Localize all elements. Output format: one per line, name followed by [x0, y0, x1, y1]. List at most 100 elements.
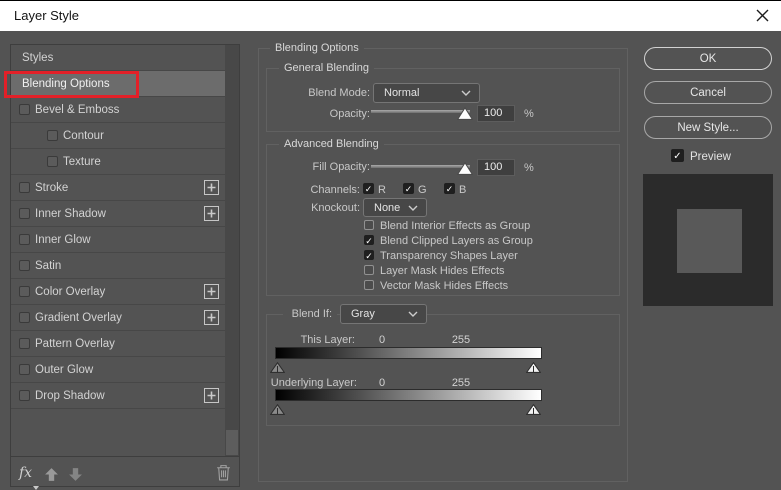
blend-clipped-checkbox[interactable]	[364, 235, 374, 245]
styles-list: Styles Blending Options Bevel & Emboss C…	[11, 45, 225, 409]
sidebar-item-pattern-overlay[interactable]: Pattern Overlay	[11, 331, 225, 357]
fill-opacity-value-field[interactable]: 100	[477, 159, 515, 176]
checkbox-icon[interactable]	[19, 182, 30, 193]
this-layer-max-value: 255	[448, 334, 474, 347]
blend-mode-label: Blend Mode:	[280, 87, 370, 100]
divider	[11, 456, 239, 457]
chevron-down-icon	[408, 308, 418, 320]
scrollbar-thumb[interactable]	[226, 430, 238, 455]
preview-checkbox[interactable]	[671, 149, 684, 162]
channel-g-checkbox[interactable]	[403, 183, 414, 194]
sidebar-item-label: Inner Glow	[35, 234, 91, 246]
sidebar-item-label: Texture	[63, 156, 101, 168]
move-up-icon[interactable]	[44, 467, 59, 487]
this-layer-highlight-slider[interactable]	[526, 360, 541, 378]
sidebar-item-gradient-overlay[interactable]: Gradient Overlay	[11, 305, 225, 331]
sidebar-item-color-overlay[interactable]: Color Overlay	[11, 279, 225, 305]
opacity-slider-track[interactable]	[371, 110, 470, 113]
channel-b-label: B	[459, 184, 466, 197]
checkbox-icon[interactable]	[19, 338, 30, 349]
fx-menu-button[interactable]: fx	[19, 465, 32, 481]
transparency-shapes-label: Transparency Shapes Layer	[380, 250, 518, 263]
checkbox-icon[interactable]	[19, 286, 30, 297]
vector-mask-hides-label: Vector Mask Hides Effects	[380, 280, 508, 293]
checkbox-icon[interactable]	[19, 234, 30, 245]
sidebar-item-inner-glow[interactable]: Inner Glow	[11, 227, 225, 253]
sidebar-item-label: Pattern Overlay	[35, 338, 115, 350]
advanced-blending-legend: Advanced Blending	[279, 138, 384, 150]
sidebar-item-label: Blending Options	[22, 78, 110, 90]
transparency-shapes-checkbox[interactable]	[364, 250, 374, 260]
opacity-unit: %	[524, 108, 534, 121]
window-title: Layer Style	[14, 8, 79, 23]
checkbox-icon[interactable]	[19, 208, 30, 219]
checkbox-icon[interactable]	[19, 260, 30, 271]
sidebar-item-drop-shadow[interactable]: Drop Shadow	[11, 383, 225, 409]
cancel-button[interactable]: Cancel	[644, 81, 772, 104]
sidebar-item-bevel-emboss[interactable]: Bevel & Emboss	[11, 97, 225, 123]
chevron-down-icon	[408, 202, 418, 214]
sidebar-item-contour[interactable]: Contour	[11, 123, 225, 149]
fx-caret-icon[interactable]	[33, 477, 39, 490]
sidebar-item-texture[interactable]: Texture	[11, 149, 225, 175]
underlying-shadow-slider[interactable]	[270, 402, 285, 420]
sidebar-item-blending-options[interactable]: Blending Options	[11, 71, 225, 97]
fill-opacity-slider-thumb[interactable]	[457, 162, 473, 180]
blend-if-dropdown[interactable]: Gray	[340, 304, 427, 324]
checkbox-icon[interactable]	[47, 130, 58, 141]
layer-mask-hides-checkbox[interactable]	[364, 265, 374, 275]
preview-label: Preview	[690, 151, 731, 164]
delete-style-icon[interactable]	[216, 464, 231, 486]
channel-b-checkbox[interactable]	[444, 183, 455, 194]
close-icon[interactable]	[756, 9, 770, 23]
sidebar-item-label: Stroke	[35, 182, 68, 194]
knockout-value: None	[374, 202, 400, 214]
sidebar-item-inner-shadow[interactable]: Inner Shadow	[11, 201, 225, 227]
underlying-gradient-bar	[275, 389, 542, 401]
knockout-dropdown[interactable]: None	[363, 198, 427, 217]
chevron-down-icon	[461, 87, 471, 99]
sidebar-item-styles[interactable]: Styles	[11, 45, 225, 71]
new-style-button[interactable]: New Style...	[644, 116, 772, 139]
vector-mask-hides-checkbox[interactable]	[364, 280, 374, 290]
checkbox-icon[interactable]	[19, 390, 30, 401]
this-layer-label: This Layer:	[270, 334, 355, 347]
fill-opacity-slider-track[interactable]	[371, 165, 470, 168]
sidebar-item-label: Contour	[63, 130, 104, 142]
add-instance-icon[interactable]	[204, 206, 219, 221]
opacity-label: Opacity:	[290, 108, 370, 121]
checkbox-icon[interactable]	[47, 156, 58, 167]
opacity-value-field[interactable]: 100	[477, 105, 515, 122]
sidebar-item-label: Outer Glow	[35, 364, 93, 376]
channel-r-checkbox[interactable]	[363, 183, 374, 194]
ok-button[interactable]: OK	[644, 47, 772, 70]
panel-title: Blending Options	[270, 42, 364, 54]
sidebar-item-label: Satin	[35, 260, 61, 272]
blend-interior-label: Blend Interior Effects as Group	[380, 220, 530, 233]
checkbox-icon[interactable]	[19, 364, 30, 375]
blend-clipped-label: Blend Clipped Layers as Group	[380, 235, 533, 248]
checkbox-icon[interactable]	[19, 104, 30, 115]
opacity-slider-thumb[interactable]	[457, 107, 473, 125]
checkbox-icon[interactable]	[19, 312, 30, 323]
fill-opacity-unit: %	[524, 162, 534, 175]
this-layer-min-value: 0	[372, 334, 392, 347]
sidebar-item-stroke[interactable]: Stroke	[11, 175, 225, 201]
sidebar-item-label: Styles	[22, 52, 53, 64]
add-instance-icon[interactable]	[204, 310, 219, 325]
add-instance-icon[interactable]	[204, 388, 219, 403]
scrollbar[interactable]	[225, 45, 239, 456]
sidebar-item-label: Gradient Overlay	[35, 312, 122, 324]
move-down-icon[interactable]	[68, 467, 83, 487]
this-layer-shadow-slider[interactable]	[270, 360, 285, 378]
knockout-label: Knockout:	[290, 202, 360, 215]
add-instance-icon[interactable]	[204, 284, 219, 299]
underlying-highlight-slider[interactable]	[526, 402, 541, 420]
blend-interior-checkbox[interactable]	[364, 220, 374, 230]
sidebar-item-label: Drop Shadow	[35, 390, 105, 402]
layer-mask-hides-label: Layer Mask Hides Effects	[380, 265, 505, 278]
sidebar-item-satin[interactable]: Satin	[11, 253, 225, 279]
sidebar-item-outer-glow[interactable]: Outer Glow	[11, 357, 225, 383]
blend-mode-dropdown[interactable]: Normal	[373, 83, 480, 103]
add-instance-icon[interactable]	[204, 180, 219, 195]
